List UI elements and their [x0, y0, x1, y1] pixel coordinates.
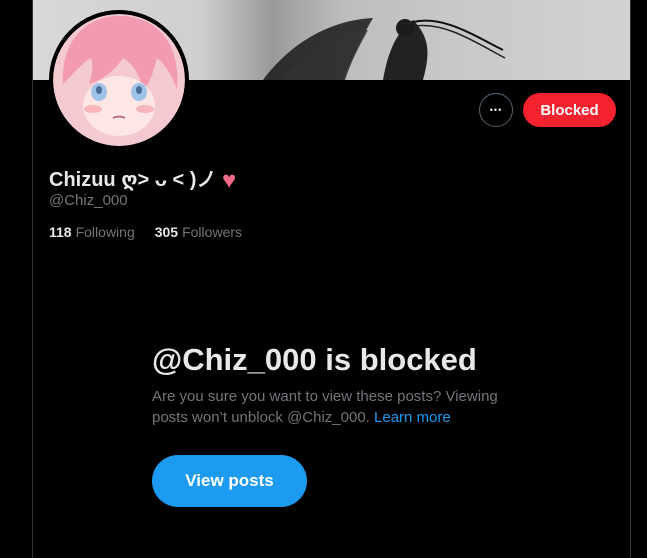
view-posts-label: View posts	[185, 471, 274, 490]
followers-count: 305	[154, 224, 179, 240]
blocked-button[interactable]: Blocked	[523, 93, 616, 127]
followers-link[interactable]: 305 Followers	[155, 224, 242, 240]
follow-stats: 118 Following 305 Followers	[49, 224, 242, 240]
heart-emoji-icon: ♥	[221, 167, 237, 194]
followers-label: Followers	[182, 224, 242, 240]
following-label: Following	[75, 224, 135, 240]
blocked-button-label: Blocked	[540, 101, 599, 119]
profile-name-text: Chizuu ღ˃ ᴗ ˂ )ノ	[49, 169, 217, 191]
more-horizontal-icon: •••	[489, 105, 503, 115]
blocked-title: @Chiz_000 is blocked	[152, 342, 477, 377]
profile-column: ••• Blocked Chizuu ღ˃ ᴗ ˂ )ノ ♥ @Chiz_000…	[32, 0, 631, 558]
learn-more-link[interactable]: Learn more	[374, 409, 451, 426]
avatar-image	[53, 14, 185, 146]
following-link[interactable]: 118 Following	[49, 224, 135, 240]
profile-handle: @Chiz_000	[49, 192, 128, 209]
profile-avatar[interactable]	[49, 10, 189, 150]
following-count: 118	[49, 224, 72, 240]
more-options-button[interactable]: •••	[479, 93, 513, 127]
view-posts-button[interactable]: View posts	[152, 455, 307, 507]
profile-name: Chizuu ღ˃ ᴗ ˂ )ノ ♥	[49, 163, 236, 195]
blocked-description: Are you sure you want to view these post…	[152, 386, 522, 428]
